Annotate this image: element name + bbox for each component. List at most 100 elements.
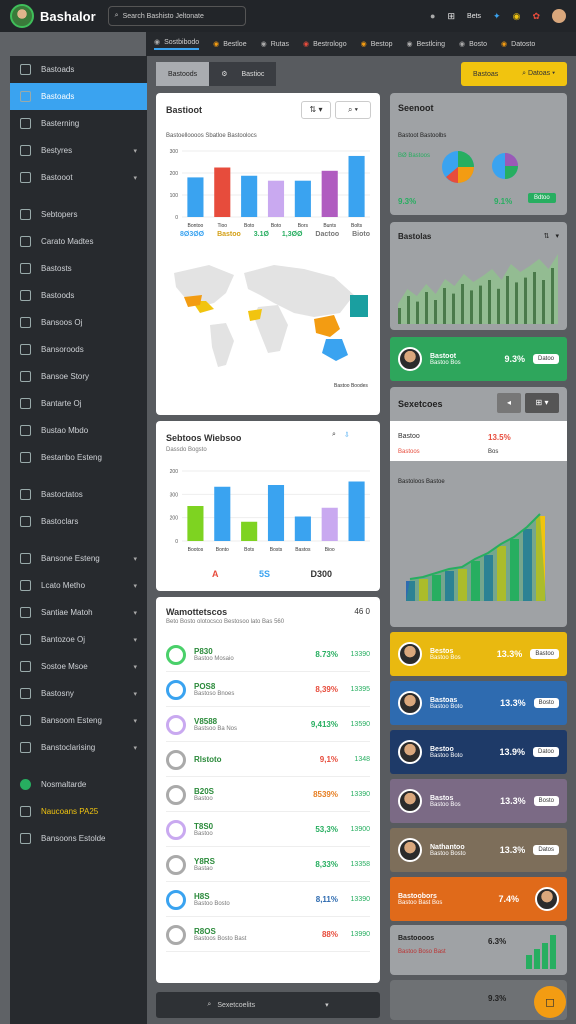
subtab-overview[interactable]: Bastoods [156,62,210,86]
sidebar-item-18[interactable]: Lcato Metho ▾ [10,572,147,599]
sidebar-item-20[interactable]: Bantozoe Oj ▾ [10,626,147,653]
tab-label: Bestop [370,40,393,48]
sidebar-item-23[interactable]: Bansoom Esteng ▾ [10,707,147,734]
search-input[interactable]: ⌕ Search Bashisto Jeltonate [107,6,246,26]
table-row[interactable]: T8S0 Bastoo 53,3% 13900 [166,813,370,847]
table-row[interactable]: P830 Bastoo Mosaio 8.73% 13390 [166,638,370,672]
back-button[interactable]: ◂ [497,393,521,413]
sidebar-item-15[interactable]: Bastoctatos [10,481,147,508]
filter-button[interactable]: ⊞ ▾ [525,393,559,413]
sidebar-item-6[interactable]: Carato Madtes [10,228,147,255]
table-row[interactable]: R8OS Bastoos Bosto Bast 88% 13990 [166,918,370,952]
summary-button[interactable]: Bdtoo [528,193,556,203]
sidebar-item-24[interactable]: Banstoclarising ▾ [10,734,147,761]
tab-5[interactable]: ◉ Bestlcing [407,40,446,49]
table-row[interactable]: Rlstoto 9,1% 1348 [166,743,370,777]
bar[interactable] [348,155,365,217]
bar[interactable] [321,170,338,217]
table-row[interactable]: Y8RS Bastao 8,33% 13358 [166,848,370,882]
search-icon[interactable]: ⌕ [332,431,336,439]
bar[interactable] [214,167,231,218]
sidebar-item-26[interactable]: Naucoans PA25 [10,798,147,825]
tab-3[interactable]: ◉ Bestrologo [303,40,347,49]
flag-icon[interactable]: ✦ [493,11,501,22]
person-card[interactable]: Bestoo Bastoo Boto 13.9% Datoo [390,730,567,774]
table-row[interactable]: H8S Bastoo Bosto 8,11% 13390 [166,883,370,917]
bets-label[interactable]: Bets [467,13,481,20]
sidebar-item-4[interactable]: Bastooot ▾ [10,164,147,191]
sidebar-item-10[interactable]: Bansoroods [10,336,147,363]
sidebar-item-5[interactable]: Sebtopers [10,201,147,228]
search-button[interactable]: ⌕ ▾ [335,101,371,119]
table-row[interactable]: V8588 Bastsoo Ba Nos 9,413% 13590 [166,708,370,742]
bar[interactable] [241,175,258,217]
sidebar-item-9[interactable]: Bansoos Oj [10,309,147,336]
tab-2[interactable]: ◉ Rutas [261,40,289,49]
tab-icon: ◉ [154,39,161,46]
bar[interactable] [214,486,231,541]
sidebar-item-27[interactable]: Bansoons Estolde [10,825,147,852]
bar[interactable] [348,481,365,542]
sidebar-item-19[interactable]: Santiae Matoh ▾ [10,599,147,626]
sidebar-item-22[interactable]: Bastosny ▾ [10,680,147,707]
tab-0[interactable]: ◉ Sostbibodo [154,38,200,50]
row-name: Y8RS [194,857,215,866]
table-row[interactable]: B20S Bastoo 8539% 13390 [166,778,370,812]
tab-1[interactable]: ◉ Bestloe [213,40,246,49]
sidebar-item-3[interactable]: Bestyres ▾ [10,137,147,164]
download-icon[interactable]: ⇩ [344,431,350,439]
bar[interactable] [187,506,204,541]
sidebar-item-17[interactable]: Bansone Esteng ▾ [10,545,147,572]
person-button[interactable]: Datoo [532,354,559,364]
tab-6[interactable]: ◉ Bosto [459,40,487,49]
sidebar-item-11[interactable]: Bansoe Story [10,363,147,390]
floating-action-button[interactable]: ◻ [534,986,566,1018]
tab-7[interactable]: ◉ Datosto [501,40,535,49]
bar[interactable] [267,485,285,541]
sort-button[interactable]: ⇅ ▾ [301,101,331,119]
person-card[interactable]: Bastoobors Bastoo Bast Bos 7.4% [390,877,567,921]
sort-icon[interactable]: ⇅ [544,232,550,240]
sidebar-item-13[interactable]: Bustao Mbdo [10,417,147,444]
person-card[interactable]: Bastos Bastoo Bos 13.3% Bosto [390,779,567,823]
table-row[interactable]: POS8 Bastoso Bnoes 8,39% 13395 [166,673,370,707]
bar[interactable] [187,177,204,217]
sidebar-icon [20,489,31,500]
bar[interactable] [294,516,311,542]
sidebar-item-8[interactable]: Bastoods [10,282,147,309]
bottom-bar[interactable]: ⌕ Sexetcoelits ▾ [156,992,380,1018]
person-card-1[interactable]: Bastoot Bastoo Bos 9.3% Datoo [390,337,567,381]
person-button[interactable]: Datos [533,845,559,855]
sidebar-item-2[interactable]: Basterning [10,110,147,137]
action-button[interactable]: Bastoas ⌕ Datoas ▾ [461,62,567,86]
sidebar-item-12[interactable]: Bantarte Oj [10,390,147,417]
bar[interactable] [267,180,285,217]
dropdown-icon[interactable]: ▾ [555,232,559,240]
user-icon[interactable] [552,9,566,23]
grid-icon[interactable]: ⊞ [447,11,455,22]
sidebar-item-14[interactable]: Bestanbo Esteng [10,444,147,471]
sidebar-item-25[interactable]: Nosmaltarde [10,771,147,798]
subtab-details[interactable]: ⚙ Bastioc [209,62,277,86]
person-button[interactable]: Bosto [533,698,559,708]
bar[interactable] [294,180,311,217]
person-card[interactable]: Bestos Bastoo Bos 13.3% Bastoo [390,632,567,676]
person-button[interactable]: Datoo [532,747,559,757]
sidebar-item-21[interactable]: Sostoe Msoe ▾ [10,653,147,680]
coins-icon[interactable]: ◉ [513,11,521,22]
person-button[interactable]: Bastoo [530,649,559,659]
bar[interactable] [241,521,258,541]
sidebar-item-1[interactable]: Bastoads [10,83,147,110]
person-card[interactable]: Bastoas Bastoo Boto 13.3% Bosto [390,681,567,725]
moon-icon[interactable]: ● [430,11,435,21]
person-card[interactable]: Nathantoo Bastoo Bosto 13.3% Datos [390,828,567,872]
user-avatar[interactable] [10,4,34,28]
person-button[interactable]: Bosto [533,796,559,806]
sidebar-item-0[interactable]: Bastoads [10,56,147,83]
world-map[interactable]: Bastoo Boodes [164,255,372,395]
sidebar-item-7[interactable]: Bastosts [10,255,147,282]
bar[interactable] [321,507,338,541]
sidebar-item-16[interactable]: Bastoclars [10,508,147,535]
settings-icon[interactable]: ✿ [532,11,540,22]
tab-4[interactable]: ◉ Bestop [361,40,393,49]
